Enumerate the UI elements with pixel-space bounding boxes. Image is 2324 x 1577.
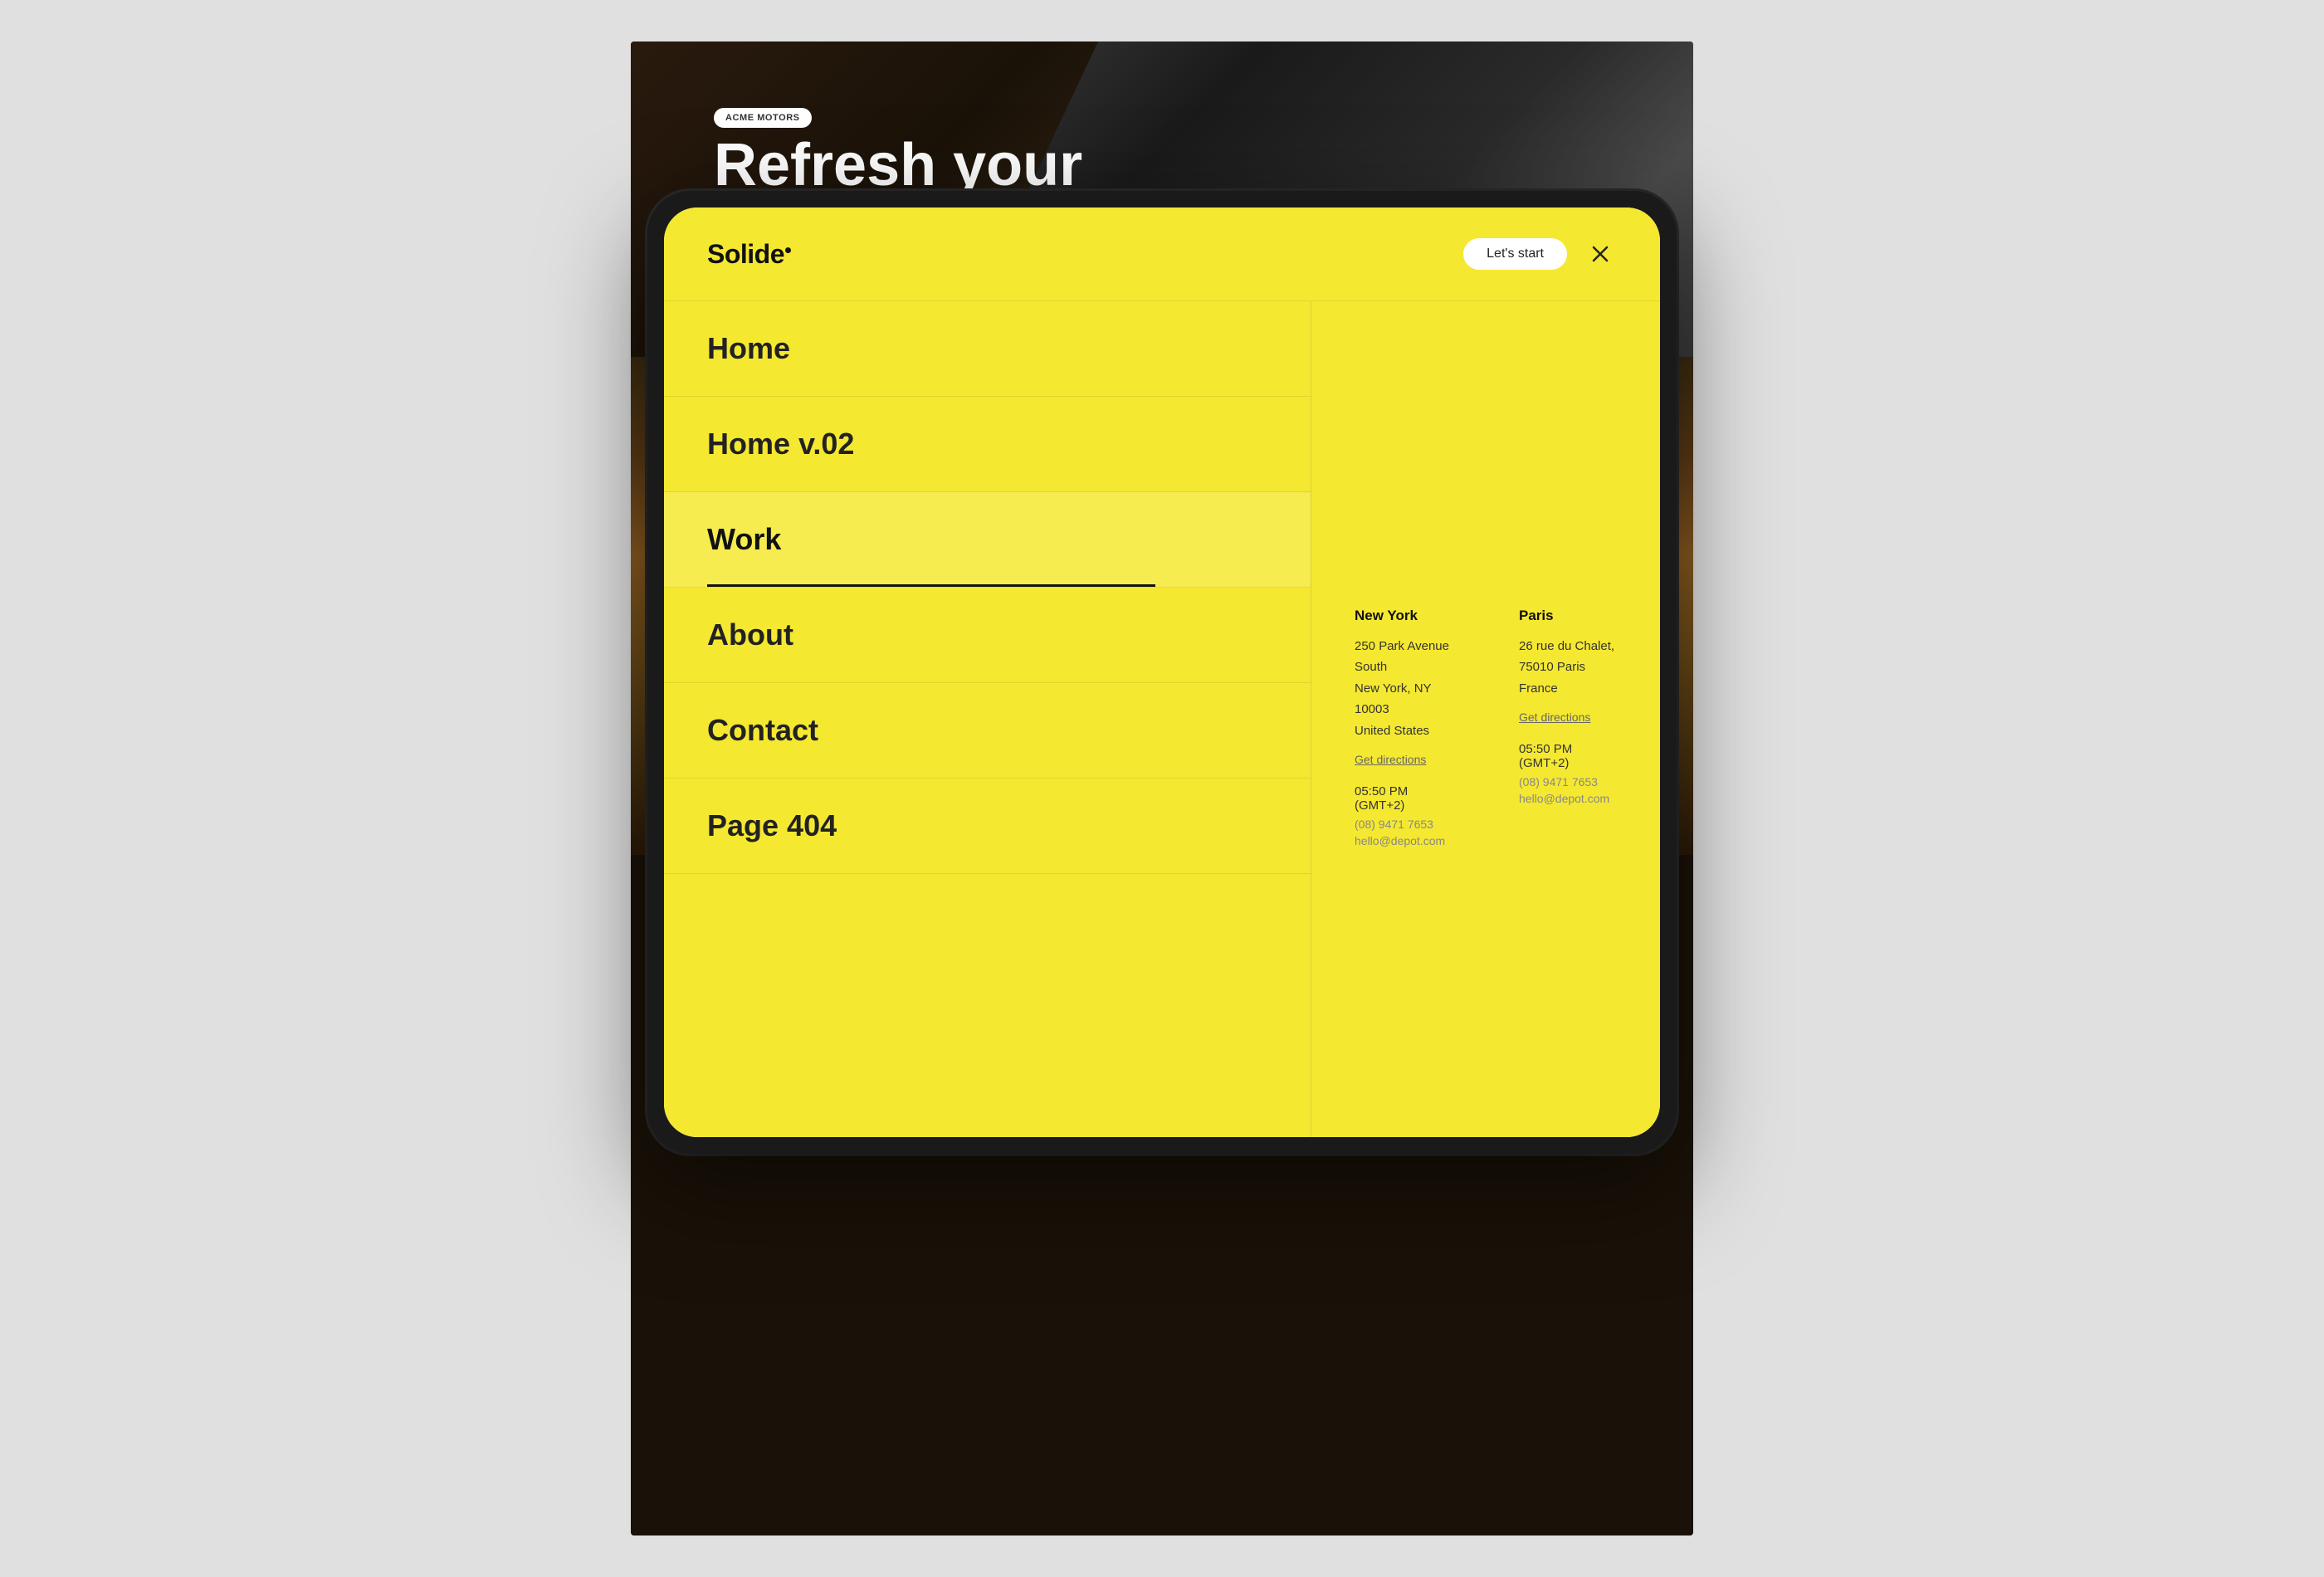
ny-address: 250 Park Avenue South New York, NY 10003… <box>1355 636 1452 742</box>
nav-item-contact[interactable]: Contact <box>664 683 1311 779</box>
contact-paris: Paris 26 rue du Chalet, 75010 Paris Fran… <box>1519 608 1617 848</box>
logo-dot <box>785 247 791 253</box>
paris-directions[interactable]: Get directions <box>1519 710 1617 724</box>
ny-phone: (08) 9471 7653 <box>1355 818 1452 831</box>
nav-item-page404-label: Page 404 <box>707 808 837 842</box>
paris-address-line1: 26 rue du Chalet, <box>1519 639 1614 653</box>
menu-nav-list: Home Home v.02 Work About <box>664 301 1311 1137</box>
work-underline <box>707 584 1155 587</box>
ny-city: New York <box>1355 608 1452 624</box>
paris-time: 05:50 PM (GMT+2) <box>1519 742 1617 770</box>
paris-email: hello@depot.com <box>1519 792 1617 805</box>
ny-time: 05:50 PM (GMT+2) <box>1355 784 1452 813</box>
ny-directions[interactable]: Get directions <box>1355 753 1452 766</box>
nav-item-contact-label: Contact <box>707 713 818 747</box>
menu-header: Solide Let's start <box>664 208 1660 301</box>
nav-item-about-label: About <box>707 618 793 652</box>
menu-contact-panel: New York 250 Park Avenue South New York,… <box>1311 301 1660 1137</box>
paris-address-line3: France <box>1519 681 1558 696</box>
nav-item-page404[interactable]: Page 404 <box>664 779 1311 874</box>
nav-item-work-label: Work <box>707 522 781 556</box>
contact-section: New York 250 Park Avenue South New York,… <box>1355 591 1617 848</box>
tablet-device: Solide Let's start <box>647 191 1677 1154</box>
paris-city: Paris <box>1519 608 1617 624</box>
paris-address-line2: 75010 Paris <box>1519 660 1585 674</box>
nav-item-home-label: Home <box>707 331 790 365</box>
logo-text: Solide <box>707 239 784 269</box>
ny-address-line1: 250 Park Avenue South <box>1355 639 1449 675</box>
tablet-inner: Solide Let's start <box>664 208 1660 1137</box>
logo: Solide <box>707 239 791 270</box>
navigation-menu: Solide Let's start <box>664 208 1660 1137</box>
nav-item-home-v02[interactable]: Home v.02 <box>664 397 1311 492</box>
lets-start-button[interactable]: Let's start <box>1463 238 1567 270</box>
paris-address: 26 rue du Chalet, 75010 Paris France <box>1519 636 1617 700</box>
bg-headline: Refresh your <box>714 133 1082 198</box>
contact-new-york: New York 250 Park Avenue South New York,… <box>1355 608 1452 848</box>
nav-item-about[interactable]: About <box>664 588 1311 683</box>
nav-item-home-v02-label: Home v.02 <box>707 427 854 461</box>
paris-phone: (08) 9471 7653 <box>1519 775 1617 788</box>
page-wrapper: ACME MOTORS Refresh your Solide Let's st… <box>498 42 1826 1536</box>
ny-address-line2: New York, NY 10003 <box>1355 681 1431 717</box>
menu-body: Home Home v.02 Work About <box>664 301 1660 1137</box>
nav-item-home[interactable]: Home <box>664 301 1311 397</box>
ny-address-line3: United States <box>1355 724 1429 738</box>
nav-item-work[interactable]: Work <box>664 492 1311 588</box>
menu-header-right: Let's start <box>1463 237 1617 271</box>
close-button[interactable] <box>1584 237 1617 271</box>
bg-badge: ACME MOTORS <box>714 108 812 128</box>
ny-email: hello@depot.com <box>1355 834 1452 847</box>
